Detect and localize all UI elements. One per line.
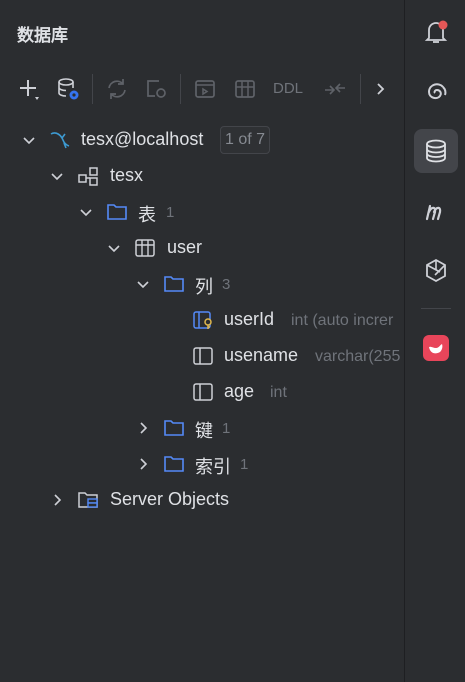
database-panel: 数据库 DDL tesx@localhost 1 of 7 tesx 表 1 u… bbox=[0, 0, 404, 682]
chevron-right-icon[interactable] bbox=[135, 420, 151, 436]
folder-icon bbox=[107, 204, 127, 220]
tree-node-column[interactable]: age int bbox=[0, 374, 404, 410]
folder-icon bbox=[164, 276, 184, 292]
table-editor-icon[interactable] bbox=[230, 74, 260, 104]
table-icon bbox=[135, 239, 155, 257]
tree-node-column[interactable]: userId int (auto increr bbox=[0, 302, 404, 338]
ddl-button[interactable]: DDL bbox=[273, 74, 303, 104]
column-type: int bbox=[270, 384, 287, 401]
spiral-icon bbox=[427, 83, 447, 100]
tree-node-connection[interactable]: tesx@localhost 1 of 7 bbox=[0, 122, 404, 158]
bell-icon bbox=[424, 20, 448, 43]
notifications-button[interactable] bbox=[414, 10, 458, 54]
server-objects-label: Server Objects bbox=[110, 489, 230, 509]
toolbar-separator bbox=[92, 74, 93, 104]
plugin-tool-button[interactable] bbox=[414, 249, 458, 293]
column-icon bbox=[193, 383, 213, 401]
toolbar-separator bbox=[180, 74, 181, 104]
schema-label: tesx bbox=[110, 165, 144, 185]
tree-node-column[interactable]: usename varchar(255 bbox=[0, 338, 404, 374]
schema-icon bbox=[78, 167, 98, 186]
keys-folder-label: 键 bbox=[195, 421, 213, 441]
hexagon-logo-icon bbox=[426, 258, 446, 283]
tree-node-table[interactable]: user bbox=[0, 230, 404, 266]
tables-count: 1 bbox=[166, 204, 175, 221]
compare-icon[interactable] bbox=[320, 74, 350, 104]
panel-title: 数据库 bbox=[17, 26, 68, 45]
chevron-right-icon[interactable] bbox=[135, 456, 151, 472]
connection-label: tesx@localhost bbox=[81, 129, 204, 149]
chevron-right-icon[interactable] bbox=[365, 74, 395, 104]
chevron-right-icon[interactable] bbox=[49, 492, 65, 508]
keys-count: 1 bbox=[222, 420, 231, 437]
m-icon bbox=[425, 204, 442, 221]
server-folder-icon bbox=[78, 492, 98, 508]
columns-folder-label: 列 bbox=[195, 277, 213, 297]
chevron-down-icon[interactable] bbox=[135, 276, 151, 292]
toolbar: DDL bbox=[0, 70, 404, 108]
folder-icon bbox=[164, 456, 184, 472]
folder-icon bbox=[164, 420, 184, 436]
app-plugin-button[interactable] bbox=[414, 326, 458, 370]
database-icon bbox=[426, 139, 446, 163]
right-tool-rail bbox=[404, 0, 465, 682]
tree-node-server-objects[interactable]: Server Objects bbox=[0, 482, 404, 518]
add-icon[interactable] bbox=[14, 74, 44, 104]
data-source-properties-icon[interactable] bbox=[53, 74, 83, 104]
red-app-icon bbox=[423, 335, 449, 361]
tree-node-keys-folder[interactable]: 键 1 bbox=[0, 410, 404, 446]
mysql-icon bbox=[50, 132, 70, 149]
database-tool-button[interactable] bbox=[414, 129, 458, 173]
jump-to-console-icon[interactable] bbox=[141, 74, 171, 104]
query-console-icon[interactable] bbox=[190, 74, 220, 104]
toolbar-separator bbox=[360, 74, 361, 104]
chevron-down-icon[interactable] bbox=[106, 240, 122, 256]
connection-count-badge[interactable]: 1 of 7 bbox=[220, 126, 271, 154]
column-name: userId bbox=[224, 309, 275, 329]
table-label: user bbox=[167, 237, 203, 257]
columns-count: 3 bbox=[222, 276, 231, 293]
markdown-tool-button[interactable] bbox=[414, 189, 458, 233]
chevron-down-icon[interactable] bbox=[49, 168, 65, 184]
chevron-down-icon[interactable] bbox=[78, 204, 94, 220]
refresh-icon[interactable] bbox=[102, 74, 132, 104]
ai-assistant-button[interactable] bbox=[414, 70, 458, 114]
indexes-folder-label: 索引 bbox=[195, 457, 231, 477]
tree-node-columns-folder[interactable]: 列 3 bbox=[0, 266, 404, 302]
column-icon bbox=[193, 347, 213, 365]
chevron-down-icon[interactable] bbox=[21, 132, 37, 148]
primary-key-column-icon bbox=[193, 311, 212, 329]
rail-separator bbox=[421, 308, 451, 309]
tree-node-schema[interactable]: tesx bbox=[0, 158, 404, 194]
tree-node-indexes-folder[interactable]: 索引 1 bbox=[0, 446, 404, 482]
column-type: varchar(255 bbox=[315, 348, 401, 365]
column-name: usename bbox=[224, 345, 299, 365]
tree-node-tables-folder[interactable]: 表 1 bbox=[0, 194, 404, 230]
indexes-count: 1 bbox=[240, 456, 249, 473]
tables-folder-label: 表 bbox=[138, 205, 156, 225]
column-type: int (auto increr bbox=[291, 312, 394, 329]
column-name: age bbox=[224, 381, 255, 401]
